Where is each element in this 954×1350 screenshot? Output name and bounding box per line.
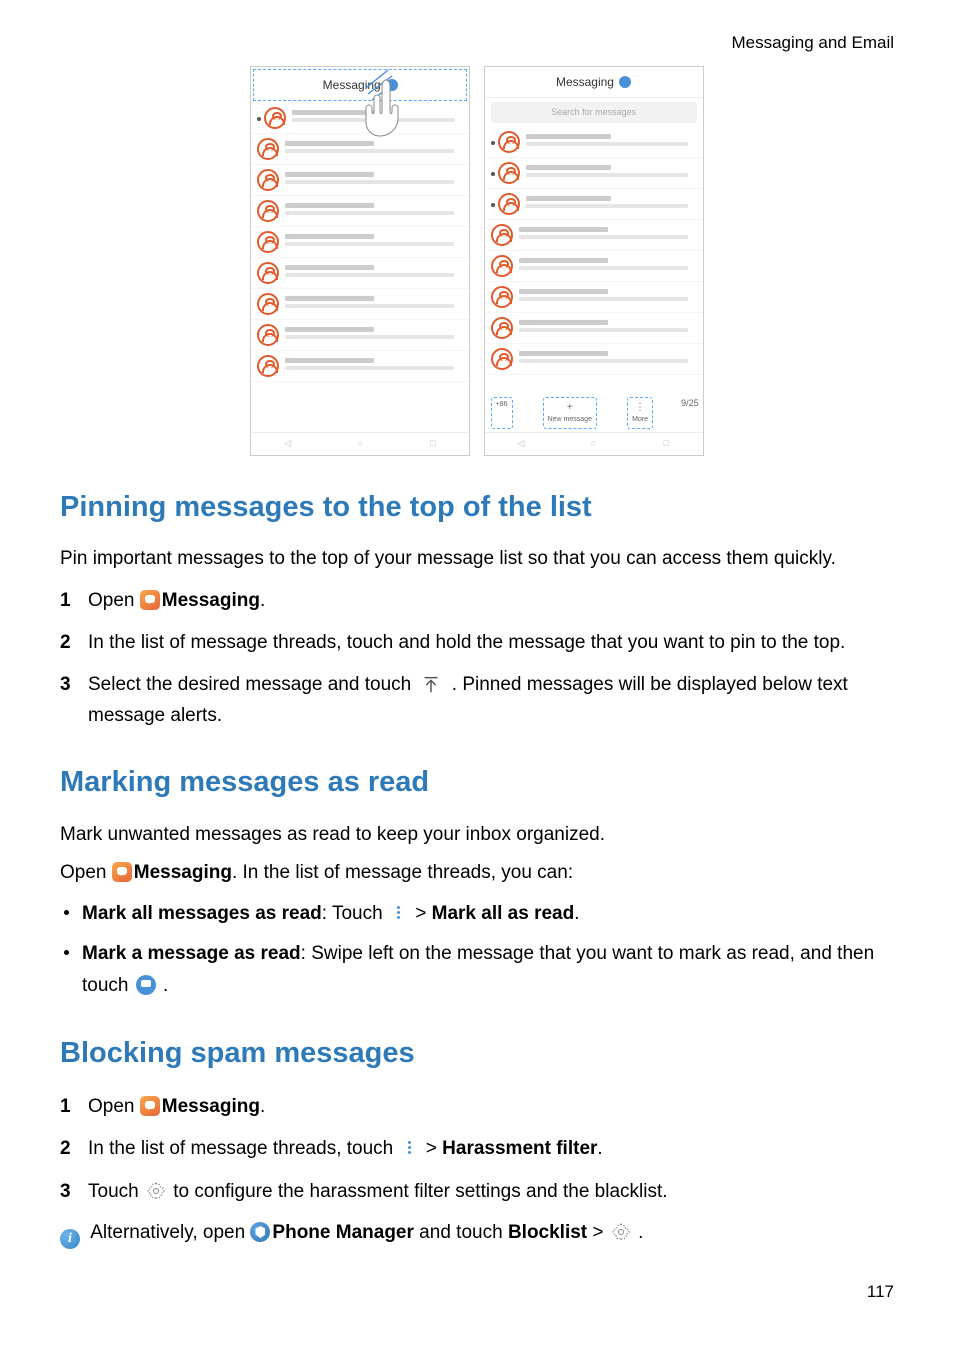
text: : Touch — [322, 903, 388, 924]
messaging-label: Messaging — [162, 590, 260, 611]
text: . — [574, 903, 579, 924]
more-menu-icon — [405, 1139, 415, 1157]
unread-badge-icon — [619, 76, 631, 88]
page-root: Messaging and Email Messaging — [0, 0, 954, 1325]
more-pill: ⋮More — [627, 397, 653, 429]
text: . In the list of message threads, you ca… — [232, 862, 573, 883]
nav-home-icon: ○ — [558, 437, 630, 451]
text: Select the desired message and touch — [88, 674, 416, 695]
text: . — [260, 1096, 265, 1117]
text: > — [426, 1138, 442, 1159]
text: Open — [60, 862, 112, 883]
bullets-marking: Mark all messages as read: Touch > Mark … — [60, 898, 894, 1003]
mark-bullet-1: Mark all messages as read: Touch > Mark … — [60, 898, 894, 930]
pin-step-2: In the list of message threads, touch an… — [60, 628, 894, 658]
mark-bullet-2: Mark a message as read: Swipe left on th… — [60, 938, 894, 1003]
selection-toolbar: +86 +New message ⋮More 9/25 — [485, 397, 703, 433]
phone-manager-app-icon — [250, 1222, 270, 1242]
phone-left-titlebar: Messaging — [253, 69, 467, 101]
selection-counter: 9/25 — [681, 397, 699, 429]
label: Mark a message as read — [82, 943, 301, 964]
messaging-app-icon — [112, 862, 132, 882]
add-pill: +86 — [491, 397, 513, 429]
nav-back-icon: ◁ — [252, 437, 324, 451]
blocking-note: i Alternatively, open Phone Manager and … — [60, 1219, 894, 1249]
mark-read-icon — [136, 975, 156, 995]
touch-finger-icon — [358, 68, 406, 138]
text: . — [163, 975, 168, 996]
pin-to-top-icon — [420, 674, 442, 696]
nav-back-icon: ◁ — [485, 437, 557, 451]
heading-blocking: Blocking spam messages — [60, 1032, 894, 1076]
new-message-pill: +New message — [543, 397, 597, 429]
text: . — [638, 1222, 643, 1243]
page-number: 117 — [60, 1279, 894, 1305]
text: to configure the harassment filter setti… — [173, 1181, 667, 1202]
nav-bar-left: ◁ ○ □ — [251, 432, 469, 455]
nav-bar-right: ◁ ○ □ — [485, 432, 703, 455]
phone-left: Messaging ◁ ○ □ — [250, 66, 470, 456]
messaging-app-icon — [140, 590, 160, 610]
more-menu-icon — [394, 904, 404, 922]
messaging-app-icon — [140, 1096, 160, 1116]
pin-step-1: Open Messaging. — [60, 586, 894, 616]
label: Harassment filter — [442, 1138, 597, 1159]
phone-right-titlebar: Messaging — [485, 67, 703, 98]
text: Open — [88, 1096, 140, 1117]
text: Touch — [88, 1181, 144, 1202]
steps-pinning: Open Messaging. In the list of message t… — [60, 586, 894, 732]
text: Open — [88, 590, 140, 611]
label: Mark all messages as read — [82, 903, 322, 924]
nav-recent-icon: □ — [630, 437, 702, 451]
block-step-1: Open Messaging. — [60, 1092, 894, 1122]
text: In the list of message threads, touch — [88, 1138, 399, 1159]
messaging-label: Messaging — [134, 862, 232, 883]
open-marking: Open Messaging. In the list of message t… — [60, 859, 894, 888]
intro-pinning: Pin important messages to the top of you… — [60, 545, 894, 574]
text: > — [587, 1222, 609, 1243]
screenshot-figure: Messaging ◁ ○ □ — [60, 66, 894, 456]
label: Mark all as read — [432, 903, 575, 924]
search-box: Search for messages — [491, 102, 697, 124]
text: and touch — [414, 1222, 508, 1243]
blocklist-label: Blocklist — [508, 1222, 587, 1243]
block-step-3: Touch to configure the harassment filter… — [60, 1177, 894, 1207]
pin-step-3: Select the desired message and touch . P… — [60, 670, 894, 731]
phone-manager-label: Phone Manager — [272, 1222, 413, 1243]
settings-gear-icon — [146, 1181, 166, 1201]
text: Alternatively, open — [90, 1222, 250, 1243]
intro-marking: Mark unwanted messages as read to keep y… — [60, 821, 894, 850]
heading-pinning: Pinning messages to the top of the list — [60, 486, 894, 530]
nav-recent-icon: □ — [397, 437, 469, 451]
nav-home-icon: ○ — [324, 437, 396, 451]
block-step-2: In the list of message threads, touch > … — [60, 1134, 894, 1164]
messaging-label: Messaging — [162, 1096, 260, 1117]
settings-gear-icon — [611, 1222, 631, 1242]
phone-right: Messaging Search for messages +86 +New m… — [484, 66, 704, 456]
text: . — [597, 1138, 602, 1159]
text: . — [260, 590, 265, 611]
breadcrumb: Messaging and Email — [60, 30, 894, 56]
app-title: Messaging — [556, 75, 614, 89]
info-icon: i — [60, 1229, 80, 1249]
text: > — [415, 903, 431, 924]
heading-marking: Marking messages as read — [60, 761, 894, 805]
steps-blocking: Open Messaging. In the list of message t… — [60, 1092, 894, 1207]
